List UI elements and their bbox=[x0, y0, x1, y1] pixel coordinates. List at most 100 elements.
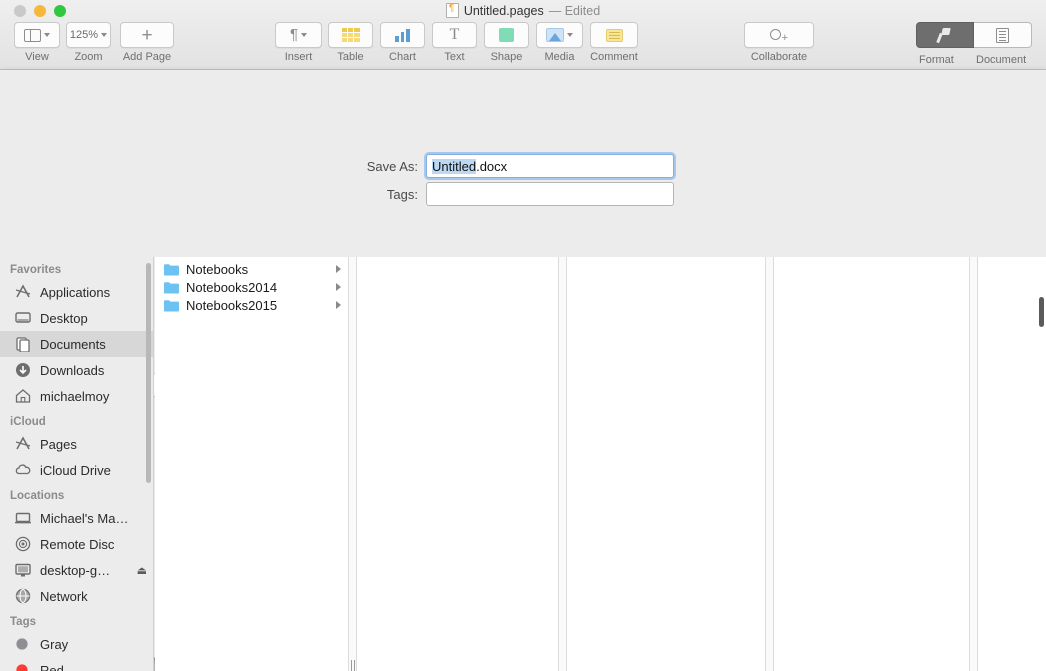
chevron-down-icon bbox=[301, 33, 308, 37]
sidebar-section-header: Locations bbox=[10, 490, 65, 502]
chevron-down-icon bbox=[567, 33, 573, 37]
disc-icon bbox=[14, 536, 32, 552]
format-inspector-button[interactable] bbox=[916, 22, 974, 48]
save-as-label: Save As: bbox=[366, 158, 418, 174]
toolbar-item-view[interactable]: View bbox=[14, 22, 60, 63]
sidebar-item-pages[interactable]: Pages bbox=[0, 431, 153, 457]
column-divider-4[interactable] bbox=[969, 257, 978, 671]
view-button[interactable] bbox=[14, 22, 60, 48]
chevron-down-icon bbox=[44, 33, 50, 37]
chevron-right-icon[interactable] bbox=[336, 283, 341, 291]
sidebar-item-documents[interactable]: Documents bbox=[0, 331, 153, 357]
chevron-right-icon[interactable] bbox=[336, 265, 341, 273]
toolbar-label-chart: Chart bbox=[389, 51, 416, 63]
sidebar-item-label: Michael's Ma… bbox=[40, 510, 129, 526]
sidebar-item-desktop[interactable]: Desktop bbox=[0, 305, 153, 331]
collaborate-button[interactable]: + bbox=[744, 22, 814, 48]
toolbar-item-shape[interactable]: Shape bbox=[484, 22, 529, 63]
sidebar-item-icloud-drive[interactable]: iCloud Drive bbox=[0, 457, 153, 483]
toolbar-item-media[interactable]: Media bbox=[536, 22, 583, 63]
file-row[interactable]: Notebooks2015 bbox=[155, 296, 348, 314]
bar-chart-icon bbox=[395, 28, 410, 42]
tags-input[interactable] bbox=[426, 182, 674, 206]
sidebar-section-header: Tags bbox=[10, 616, 36, 628]
sidebar-item-gray[interactable]: Gray bbox=[0, 631, 153, 657]
file-column-5[interactable] bbox=[978, 257, 1046, 671]
toolbar-label-media: Media bbox=[544, 51, 575, 63]
sidebar-item-label: Red bbox=[40, 662, 64, 671]
add-page-button[interactable]: + bbox=[120, 22, 174, 48]
sidebar-view-icon bbox=[24, 28, 41, 42]
zoom-button[interactable]: 125% bbox=[66, 22, 111, 48]
sidebar-item-downloads[interactable]: Downloads bbox=[0, 357, 153, 383]
documents-icon bbox=[14, 336, 32, 353]
sidebar-item-label: iCloud Drive bbox=[40, 462, 111, 478]
sidebar-item-desktop-g[interactable]: desktop-g… ⏏ bbox=[0, 557, 153, 583]
toolbar-label-add-page: Add Page bbox=[122, 51, 172, 63]
shape-button[interactable] bbox=[484, 22, 529, 48]
sidebar-item-label: desktop-g… bbox=[40, 562, 111, 578]
folder-icon bbox=[164, 281, 179, 294]
toolbar-label-collaborate: Collaborate bbox=[750, 51, 808, 63]
sidebar-item-applications[interactable]: Applications bbox=[0, 279, 153, 305]
file-column-2[interactable] bbox=[357, 257, 558, 671]
chevron-right-icon[interactable] bbox=[336, 301, 341, 309]
sidebar-item-label: Applications bbox=[40, 284, 111, 300]
column-divider-3[interactable] bbox=[765, 257, 774, 671]
sidebar-item-michaelmoy[interactable]: michaelmoy bbox=[0, 383, 153, 409]
save-dialog-screen: Untitled.pages — Edited View 125% Zoom bbox=[0, 0, 1046, 671]
sidebar-item-red[interactable]: Red bbox=[0, 657, 153, 671]
file-row-name: Notebooks bbox=[186, 261, 249, 277]
toolbar-item-table[interactable]: Table bbox=[328, 22, 373, 63]
applications-icon bbox=[14, 284, 32, 300]
document-name: Untitled.pages bbox=[463, 3, 544, 18]
column-resize-grip[interactable] bbox=[351, 660, 356, 671]
file-row[interactable]: Notebooks bbox=[155, 260, 348, 278]
tag-dot-icon bbox=[14, 636, 32, 652]
columns-scrollbar[interactable] bbox=[1039, 297, 1044, 327]
toolbar-item-comment[interactable]: Comment bbox=[590, 22, 638, 63]
document-inspector-button[interactable] bbox=[974, 22, 1032, 48]
table-icon bbox=[341, 28, 360, 42]
column-divider-2[interactable] bbox=[558, 257, 567, 671]
laptop-icon bbox=[14, 510, 32, 526]
toolbar-item-chart[interactable]: Chart bbox=[380, 22, 425, 63]
file-row[interactable]: Notebooks2014 bbox=[155, 278, 348, 296]
sidebar-item-label: Network bbox=[40, 588, 88, 604]
media-image-icon bbox=[546, 28, 564, 42]
file-column-4[interactable] bbox=[774, 257, 969, 671]
table-button[interactable] bbox=[328, 22, 373, 48]
eject-icon[interactable]: ⏏ bbox=[137, 564, 147, 577]
file-column-3[interactable] bbox=[567, 257, 765, 671]
collaborate-person-add-icon: + bbox=[770, 28, 788, 43]
downloads-icon bbox=[14, 362, 32, 378]
toolbar-item-zoom[interactable]: 125% Zoom bbox=[66, 22, 111, 63]
toolbar-item-insert[interactable]: ¶ Insert bbox=[275, 22, 322, 63]
sidebar-scrollbar[interactable] bbox=[146, 263, 151, 483]
sidebar-item-label: michaelmoy bbox=[40, 388, 110, 404]
file-browser-sidebar[interactable]: Favorites Applications Desktop Documents Dow… bbox=[0, 257, 154, 671]
toolbar-item-add-page[interactable]: + Add Page bbox=[120, 22, 174, 63]
toolbar-item-text[interactable]: T Text bbox=[432, 22, 477, 63]
sidebar-item-label: Gray bbox=[40, 636, 69, 652]
file-column-1[interactable]: Notebooks Notebooks2014 Notebooks2015 bbox=[155, 257, 348, 671]
toolbar-label-shape: Shape bbox=[490, 51, 523, 63]
toolbar-item-collaborate[interactable]: + Collaborate bbox=[744, 22, 814, 63]
media-button[interactable] bbox=[536, 22, 583, 48]
format-brush-icon bbox=[937, 28, 953, 43]
inspector-segmented-control[interactable] bbox=[916, 22, 1032, 48]
save-as-extension-text: .docx bbox=[476, 158, 508, 174]
save-as-row: Save As: Untitled .docx bbox=[350, 152, 676, 180]
comment-button[interactable] bbox=[590, 22, 638, 48]
save-as-input[interactable]: Untitled .docx bbox=[424, 152, 676, 180]
text-button[interactable]: T bbox=[432, 22, 477, 48]
toolbar-label-zoom: Zoom bbox=[74, 51, 103, 63]
sidebar-item-michael-s-ma[interactable]: Michael's Ma… bbox=[0, 505, 153, 531]
text-t-icon: T bbox=[449, 26, 460, 43]
sidebar-item-label: Pages bbox=[40, 436, 77, 452]
sidebar-item-remote-disc[interactable]: Remote Disc bbox=[0, 531, 153, 557]
column-divider-1[interactable] bbox=[348, 257, 357, 671]
sidebar-item-network[interactable]: Network bbox=[0, 583, 153, 609]
chart-button[interactable] bbox=[380, 22, 425, 48]
insert-button[interactable]: ¶ bbox=[275, 22, 322, 48]
